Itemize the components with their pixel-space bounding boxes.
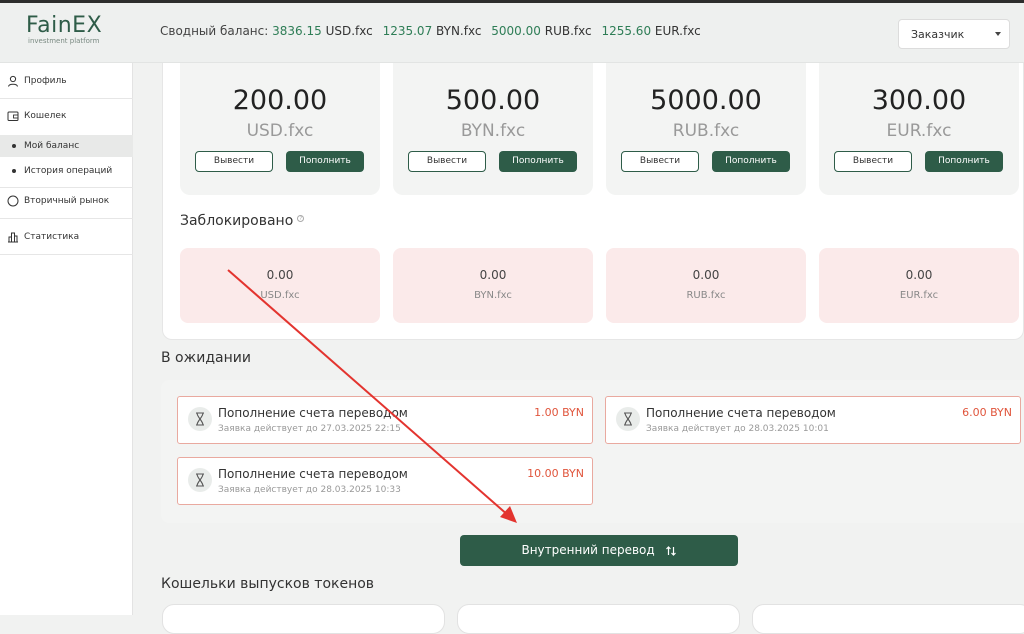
topup-button[interactable]: Пополнить: [286, 151, 364, 172]
pending-item[interactable]: Пополнение счета переводом Заявка действ…: [177, 457, 593, 505]
pending-item-amount: 6.00 BYN: [962, 406, 1012, 419]
summary-balance: Сводный баланс: 3836.15 USD.fxc 1235.07 …: [160, 24, 707, 38]
sidebar-item-my-balance[interactable]: Мой баланс: [0, 135, 133, 157]
balance-amount: 5000.00: [650, 85, 762, 116]
summary-value: 1235.07: [382, 24, 433, 38]
wallet-card[interactable]: [162, 604, 445, 634]
pending-item-title: Пополнение счета переводом: [218, 406, 408, 420]
pending-item[interactable]: Пополнение счета переводом Заявка действ…: [605, 396, 1021, 444]
blocked-amount: 0.00: [905, 268, 933, 282]
top-header: FainEX investment platform Сводный балан…: [0, 3, 1024, 63]
blocked-title: Заблокировано?: [180, 213, 305, 229]
logo[interactable]: FainEX investment platform: [26, 13, 102, 45]
topup-button[interactable]: Пополнить: [712, 151, 790, 172]
info-icon[interactable]: ?: [297, 215, 305, 222]
pending-title: В ожидании: [161, 350, 251, 366]
pending-item-expiry: Заявка действует до 27.03.2025 22:15: [218, 424, 401, 434]
sidebar-item-label: История операций: [24, 166, 113, 176]
pending-item-title: Пополнение счета переводом: [646, 406, 836, 420]
blocked-amount: 0.00: [692, 268, 720, 282]
internal-transfer-button[interactable]: Внутренний перевод: [460, 535, 738, 566]
sidebar-divider: [0, 187, 133, 188]
wallet-card[interactable]: [457, 604, 740, 634]
sidebar-divider: [0, 98, 133, 99]
summary-value: 3836.15: [272, 24, 322, 38]
caret-down-icon: [995, 32, 1001, 36]
sidebar-divider: [0, 218, 133, 219]
logo-name: FainEX: [26, 13, 103, 38]
wallet-card[interactable]: [752, 604, 1024, 634]
blocked-card-eur: 0.00 EUR.fxc: [819, 248, 1019, 323]
sidebar-divider: [0, 254, 133, 255]
summary-currency: RUB.fxc: [544, 24, 592, 38]
summary-value: 1255.60: [601, 24, 652, 38]
balance-currency: USD.fxc: [246, 121, 314, 141]
wallet-icon: [7, 111, 19, 121]
blocked-amount: 0.00: [479, 268, 507, 282]
balance-currency: BYN.fxc: [460, 121, 526, 141]
sidebar: Профиль Кошелек Мой баланс История опера…: [0, 63, 133, 615]
balance-card-rub: 5000.00 RUB.fxc Вывести Пополнить: [606, 63, 806, 195]
pending-item-amount: 1.00 BYN: [534, 406, 584, 419]
bar-chart-icon: [8, 232, 18, 243]
role-select[interactable]: Заказчик: [898, 19, 1010, 49]
withdraw-button[interactable]: Вывести: [408, 151, 486, 172]
blocked-currency: RUB.fxc: [686, 290, 726, 301]
balance-currency: EUR.fxc: [886, 121, 952, 141]
swap-arrows-icon: [665, 545, 676, 556]
hourglass-icon: [188, 407, 212, 431]
pending-item-title: Пополнение счета переводом: [218, 467, 408, 481]
logo-tagline: investment platform: [28, 37, 100, 45]
withdraw-button[interactable]: Вывести: [834, 151, 912, 172]
bullet-icon: [12, 169, 16, 173]
summary-value: 5000.00: [491, 24, 541, 38]
blocked-currency: BYN.fxc: [474, 290, 512, 301]
pending-item-expiry: Заявка действует до 28.03.2025 10:01: [646, 424, 829, 434]
pending-item[interactable]: Пополнение счета переводом Заявка действ…: [177, 396, 593, 444]
blocked-currency: EUR.fxc: [899, 290, 939, 301]
blocked-currency: USD.fxc: [260, 290, 300, 301]
blocked-amount: 0.00: [266, 268, 294, 282]
withdraw-button[interactable]: Вывести: [195, 151, 273, 172]
sidebar-item-statistics[interactable]: Статистика: [0, 226, 133, 248]
sidebar-item-label: Кошелек: [24, 111, 67, 121]
sidebar-item-wallet[interactable]: Кошелек: [0, 105, 133, 127]
user-icon: [8, 75, 18, 87]
sidebar-item-label: Вторичный рынок: [24, 196, 110, 206]
pending-panel: Пополнение счета переводом Заявка действ…: [161, 380, 1024, 523]
balance-card-byn: 500.00 BYN.fxc Вывести Пополнить: [393, 63, 593, 195]
balance-currency: RUB.fxc: [672, 121, 740, 141]
internal-transfer-label: Внутренний перевод: [521, 543, 655, 557]
blocked-title-text: Заблокировано: [180, 213, 294, 229]
sidebar-item-label: Профиль: [24, 76, 67, 86]
blocked-card-rub: 0.00 RUB.fxc: [606, 248, 806, 323]
wallets-title: Кошельки выпусков токенов: [161, 576, 375, 592]
circle-icon: [7, 195, 19, 207]
pending-item-expiry: Заявка действует до 28.03.2025 10:33: [218, 485, 401, 495]
sidebar-item-label: Статистика: [24, 232, 80, 242]
role-select-value: Заказчик: [911, 28, 965, 41]
balance-amount: 300.00: [871, 85, 967, 116]
summary-currency: BYN.fxc: [436, 24, 482, 38]
sidebar-item-secondary-market[interactable]: Вторичный рынок: [0, 190, 133, 212]
balance-amount: 200.00: [232, 85, 328, 116]
topup-button[interactable]: Пополнить: [499, 151, 577, 172]
summary-currency: USD.fxc: [325, 24, 373, 38]
blocked-card-usd: 0.00 USD.fxc: [180, 248, 380, 323]
pending-item-amount: 10.00 BYN: [527, 467, 584, 480]
bullet-icon: [12, 144, 16, 148]
sidebar-item-profile[interactable]: Профиль: [0, 70, 133, 92]
balance-card-usd: 200.00 USD.fxc Вывести Пополнить: [180, 63, 380, 195]
hourglass-icon: [188, 468, 212, 492]
topup-button[interactable]: Пополнить: [925, 151, 1003, 172]
summary-currency: EUR.fxc: [654, 24, 701, 38]
blocked-card-byn: 0.00 BYN.fxc: [393, 248, 593, 323]
balance-card-eur: 300.00 EUR.fxc Вывести Пополнить: [819, 63, 1019, 195]
summary-label: Сводный баланс:: [160, 24, 269, 38]
sidebar-item-label: Мой баланс: [24, 141, 80, 151]
balance-amount: 500.00: [445, 85, 541, 116]
hourglass-icon: [616, 407, 640, 431]
sidebar-item-history[interactable]: История операций: [0, 160, 133, 182]
withdraw-button[interactable]: Вывести: [621, 151, 699, 172]
